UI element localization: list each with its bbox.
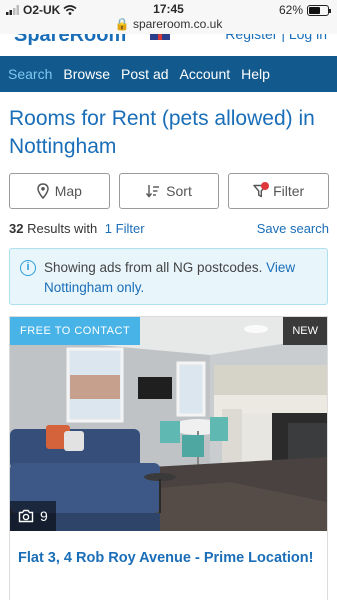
room-photo-illustration xyxy=(10,317,327,531)
filter-button[interactable]: Filter xyxy=(228,173,330,209)
new-badge: NEW xyxy=(283,317,327,345)
filter-count-link[interactable]: 1 Filter xyxy=(105,221,145,236)
sort-label: Sort xyxy=(166,183,192,199)
photo-count: 9 xyxy=(10,501,56,531)
results-suffix: Results with xyxy=(27,221,98,236)
sort-icon xyxy=(146,185,160,198)
sort-button[interactable]: Sort xyxy=(118,173,220,209)
battery-icon xyxy=(307,4,331,16)
nav-post-ad[interactable]: Post ad xyxy=(121,66,168,82)
url-text: spareroom.co.uk xyxy=(132,17,223,31)
free-to-contact-badge: FREE TO CONTACT xyxy=(10,317,141,345)
listing-photo[interactable]: FREE TO CONTACT NEW 9 xyxy=(10,317,327,531)
photo-count-label: 9 xyxy=(40,508,48,524)
battery: 62% xyxy=(278,3,331,17)
results-count: 32 Results with 1 Filter xyxy=(9,221,145,236)
account-links[interactable]: Register | Log in xyxy=(225,34,327,42)
filter-label: Filter xyxy=(273,183,305,199)
status-bar: O2-UK 17:45 🔒 spareroom.co.uk 62% xyxy=(0,0,337,34)
map-pin-icon xyxy=(36,183,49,199)
listing-title[interactable]: Flat 3, 4 Rob Roy Avenue - Prime Locatio… xyxy=(18,547,318,569)
nav-search[interactable]: Search xyxy=(8,66,52,82)
save-search-link[interactable]: Save search xyxy=(257,221,329,236)
battery-label: 62% xyxy=(278,3,303,17)
listing-card[interactable]: FREE TO CONTACT NEW 9 Flat 3, 4 Rob Roy … xyxy=(9,316,328,600)
info-text: Showing ads from all NG postcodes. xyxy=(44,260,263,275)
postcode-info-box: i Showing ads from all NG postcodes. Vie… xyxy=(9,248,328,305)
camera-icon xyxy=(18,509,34,523)
nav-help[interactable]: Help xyxy=(241,66,270,82)
map-button[interactable]: Map xyxy=(9,173,110,209)
active-filter-dot xyxy=(261,182,270,190)
main-nav: Search Browse Post ad Account Help xyxy=(0,56,337,92)
filter-icon xyxy=(253,182,270,198)
spareroom-logo[interactable]: SpareRoom xyxy=(14,34,126,47)
nav-account[interactable]: Account xyxy=(180,66,231,82)
address-bar[interactable]: 🔒 spareroom.co.uk xyxy=(0,17,337,31)
results-number: 32 xyxy=(9,221,24,236)
uk-flag-icon[interactable] xyxy=(150,34,170,40)
toolbar: Map Sort Filter xyxy=(9,173,330,209)
map-label: Map xyxy=(54,183,82,199)
results-summary: 32 Results with 1 Filter Save search xyxy=(9,221,329,236)
site-header: SpareRoom Register | Log in xyxy=(0,34,337,56)
lock-icon: 🔒 xyxy=(114,17,130,31)
page-title: Rooms for Rent (pets allowed) in Notting… xyxy=(9,107,315,158)
nav-browse[interactable]: Browse xyxy=(63,66,110,82)
info-icon: i xyxy=(20,260,36,276)
